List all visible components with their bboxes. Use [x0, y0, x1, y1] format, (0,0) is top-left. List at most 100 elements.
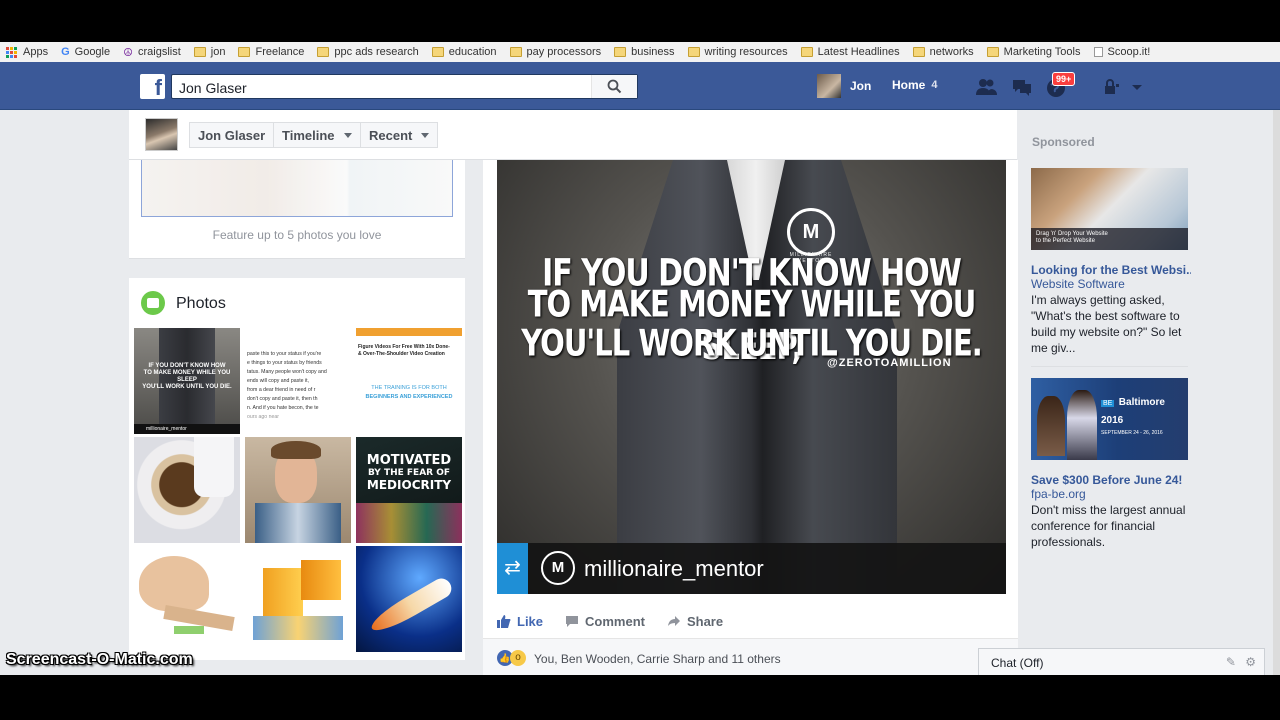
- comment-button[interactable]: Comment: [565, 614, 645, 629]
- account-menu-chevron-down-icon[interactable]: [1130, 78, 1144, 96]
- compose-icon[interactable]: ✎: [1226, 655, 1236, 669]
- bookmark-label: Latest Headlines: [817, 46, 900, 58]
- featured-photos-frame[interactable]: [141, 160, 453, 217]
- home-link[interactable]: Home 4: [892, 78, 937, 92]
- bookmark-folder-writing[interactable]: writing resources: [687, 46, 788, 58]
- ad-image-caption: Drag 'n' Drop Your Website: [1036, 231, 1108, 237]
- share-label: Share: [686, 613, 724, 629]
- bookmark-label: pay processors: [526, 46, 602, 58]
- thumb-text: ends will copy and paste it,: [247, 378, 309, 384]
- divider: [1031, 366, 1188, 367]
- ad-image-website[interactable]: Drag 'n' Drop Your Website to the Perfec…: [1031, 168, 1188, 250]
- ad-image-baltimore[interactable]: BE Baltimore 2016 SEPTEMBER 24 - 26, 201…: [1031, 378, 1188, 460]
- search-value[interactable]: Jon Glaser: [179, 80, 247, 96]
- ad-domain[interactable]: Website Software: [1031, 277, 1125, 291]
- photo-thumb-quote[interactable]: IF YOU DON'T KNOW HOW TO MAKE MONEY WHIL…: [134, 328, 240, 434]
- quote-handle: @ZEROTOAMILLION: [827, 357, 952, 369]
- privacy-lock-icon[interactable]: [1103, 78, 1125, 96]
- sponsored-label: Sponsored: [1032, 135, 1095, 149]
- photo-thumb-cupcake[interactable]: [134, 437, 240, 543]
- folder-icon: [986, 47, 999, 57]
- thumb-text: Figure Videos For Free With 10x Done-: [358, 344, 450, 350]
- bookmark-scoopit[interactable]: Scoop.it!: [1093, 46, 1150, 58]
- photo-thumb-product-box[interactable]: [245, 546, 351, 652]
- thumb-text: BEGINNERS AND EXPERIENCED: [365, 394, 453, 400]
- bookmark-folder-networks[interactable]: networks: [912, 46, 974, 58]
- bookmark-folder-ppc[interactable]: ppc ads research: [317, 46, 419, 58]
- photo-thumb-flexed-arm[interactable]: [134, 546, 240, 652]
- repost-logo-icon: M: [541, 551, 575, 585]
- repost-username: millionaire_mentor: [584, 556, 764, 581]
- ad-domain[interactable]: fpa-be.org: [1031, 487, 1086, 501]
- chat-bar[interactable]: Chat (Off) ✎ ⚙: [978, 648, 1265, 675]
- facebook-header: f Jon Glaser Jon Home 4: [0, 62, 1280, 110]
- thumb-text: MEDIOCRITY: [366, 478, 452, 492]
- reactions-text: You, Ben Wooden, Carrie Sharp and 11 oth…: [534, 652, 781, 666]
- bookmark-label: Marketing Tools: [1003, 46, 1081, 58]
- profile-link[interactable]: Jon: [817, 74, 871, 98]
- millionaire-mentor-logo-icon: M: [787, 208, 835, 256]
- caret-down-icon: [343, 132, 352, 138]
- like-button[interactable]: Like: [497, 614, 543, 629]
- messages-icon[interactable]: [1011, 78, 1033, 96]
- home-label: Home: [892, 78, 926, 92]
- screen: Apps G Google ☮ craigslist jon Freelance…: [0, 0, 1280, 720]
- timeline-nav: Jon Glaser Timeline Recent: [129, 110, 1017, 160]
- gear-icon[interactable]: ⚙: [1245, 655, 1256, 669]
- bookmark-label: networks: [929, 46, 974, 58]
- page-content: Jon Glaser Timeline Recent Feature up to…: [0, 110, 1280, 675]
- avatar: [817, 74, 841, 98]
- like-label: Like: [517, 613, 544, 629]
- recent-dropdown[interactable]: Recent: [360, 122, 439, 148]
- photo-thumb-video-training[interactable]: Figure Videos For Free With 10x Done- & …: [356, 328, 462, 434]
- bookmark-folder-jon[interactable]: jon: [193, 46, 225, 58]
- bookmark-label: ppc ads research: [334, 46, 419, 58]
- google-icon: G: [61, 46, 70, 58]
- featured-photos-box: Feature up to 5 photos you love: [129, 160, 465, 259]
- ad-body: I'm always getting asked, "What's the be…: [1031, 293, 1182, 355]
- facebook-logo-icon[interactable]: f: [140, 74, 165, 100]
- folder-icon: [912, 47, 925, 57]
- bookmark-folder-headlines[interactable]: Latest Headlines: [800, 46, 900, 58]
- bookmark-label: Google: [74, 46, 111, 58]
- photo-thumb-text-post[interactable]: paste this to your status if you're e th…: [245, 328, 351, 434]
- post-image[interactable]: M MILLIONAIRE MENTOR IF YOU DON'T KNOW H…: [497, 160, 1006, 594]
- bookmark-folder-freelance[interactable]: Freelance: [238, 46, 304, 58]
- bookmark-folder-business[interactable]: business: [614, 46, 675, 58]
- thumb-text: ours ago near: [247, 414, 280, 420]
- bookmarks-bar: Apps G Google ☮ craigslist jon Freelance…: [0, 42, 1280, 62]
- thumb-text: from a dear friend in need of r: [247, 387, 316, 393]
- share-button[interactable]: Share: [667, 614, 723, 629]
- search-button[interactable]: [591, 75, 637, 98]
- notification-count-badge: 99+: [1052, 72, 1076, 86]
- bookmark-folder-marketing[interactable]: Marketing Tools: [986, 46, 1081, 58]
- folder-icon: [238, 47, 251, 57]
- comment-label: Comment: [585, 613, 645, 629]
- photos-title[interactable]: Photos: [176, 295, 226, 313]
- bookmark-google[interactable]: G Google: [61, 46, 110, 58]
- bookmark-folder-education[interactable]: education: [431, 46, 497, 58]
- ad-title[interactable]: Looking for the Best Websi...: [1031, 263, 1191, 277]
- page-scrollbar[interactable]: [1273, 110, 1280, 675]
- reactions-summary[interactable]: 👍 o You, Ben Wooden, Carrie Sharp and 11…: [483, 638, 1018, 675]
- bookmark-folder-pay[interactable]: pay processors: [509, 46, 602, 58]
- photo-thumb-man-portrait[interactable]: [245, 437, 351, 543]
- ad-title[interactable]: Save $300 Before June 24!: [1031, 473, 1191, 487]
- photos-box: Photos IF YOU DON'T KNOW HOW TO MAKE MON…: [129, 278, 465, 660]
- photo-thumb-rocket[interactable]: [356, 546, 462, 652]
- thumb-text: don't copy and paste it, then th: [247, 396, 318, 402]
- bookmark-craigslist[interactable]: ☮ craigslist: [123, 46, 181, 59]
- thumb-text: n. And if you hate becon, the te: [247, 405, 319, 411]
- ad-body: Don't miss the largest annual conference…: [1031, 503, 1186, 549]
- reaction-icons: 👍 o: [497, 650, 526, 666]
- timeline-dropdown[interactable]: Timeline: [273, 122, 361, 148]
- timeline-avatar[interactable]: [145, 118, 178, 151]
- photo-thumb-motivated[interactable]: MOTIVATED BY THE FEAR OF MEDIOCRITY: [356, 437, 462, 543]
- thumb-text: paste this to your status if you're: [247, 351, 322, 357]
- home-count: 4: [931, 79, 938, 91]
- friend-requests-icon[interactable]: [975, 78, 997, 96]
- timeline-name-button[interactable]: Jon Glaser: [189, 122, 275, 148]
- profile-name: Jon: [850, 79, 872, 93]
- search-input[interactable]: Jon Glaser: [171, 74, 638, 99]
- bookmark-apps[interactable]: Apps: [6, 46, 48, 58]
